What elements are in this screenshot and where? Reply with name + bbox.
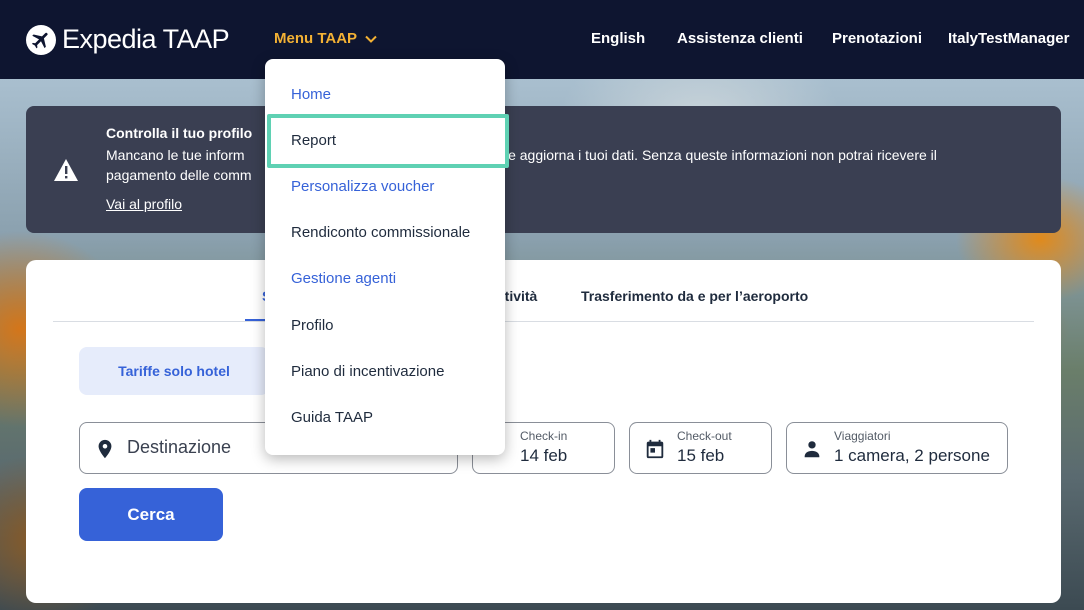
chevron-down-icon xyxy=(365,30,377,47)
travelers-label: Viaggiatori xyxy=(834,429,891,443)
travelers-value: 1 camera, 2 persone xyxy=(834,446,990,465)
tab-airport-transfer[interactable]: Trasferimento da e per l’aeroporto xyxy=(581,288,808,304)
menu-taap-dropdown: Home Report Personalizza voucher Rendico… xyxy=(265,59,505,455)
tab-activities-fragment[interactable]: ttività xyxy=(500,288,537,304)
menu-taap-button[interactable]: Menu TAAP xyxy=(274,30,377,47)
destination-placeholder: Destinazione xyxy=(127,437,232,457)
logo-text: Expedia TAAP xyxy=(62,24,230,54)
menu-item-agent-management[interactable]: Gestione agenti xyxy=(291,270,396,287)
menu-item-report[interactable]: Report xyxy=(291,132,336,149)
menu-item-taap-guide[interactable]: Guida TAAP xyxy=(291,409,373,426)
plane-icon xyxy=(26,24,56,55)
menu-item-profile[interactable]: Profilo xyxy=(291,317,334,334)
menu-item-incentive-plan[interactable]: Piano di incentivazione xyxy=(291,363,444,380)
language-link[interactable]: English xyxy=(591,30,645,47)
warning-icon xyxy=(53,158,79,187)
checkin-value: 14 feb xyxy=(520,446,568,465)
travelers-field[interactable]: Viaggiatori 1 camera, 2 persone xyxy=(786,422,1008,474)
alert-body-line2-left: pagamento delle comm xyxy=(106,167,252,183)
checkout-label: Check-out xyxy=(677,429,732,443)
person-icon xyxy=(801,437,823,466)
go-to-profile-link[interactable]: Vai al profilo xyxy=(106,196,182,212)
checkout-value: 15 feb xyxy=(677,446,725,465)
calendar-icon xyxy=(644,437,666,466)
checkout-field[interactable]: Check-out 15 feb xyxy=(629,422,772,474)
support-link[interactable]: Assistenza clienti xyxy=(677,30,803,47)
menu-item-commission-statement[interactable]: Rendiconto commissionale xyxy=(291,224,470,241)
alert-body: Mancano le tue inform ” e aggiorna i tuoi… xyxy=(106,145,1026,185)
menu-item-home[interactable]: Home xyxy=(291,86,331,103)
location-pin-icon xyxy=(94,437,116,466)
alert-body-line1-right: ” e aggiorna i tuoi dati. Senza queste i… xyxy=(499,147,937,163)
tab-divider xyxy=(53,321,1034,322)
user-account-link[interactable]: ItalyTestManager xyxy=(948,30,1069,47)
search-button[interactable]: Cerca xyxy=(79,488,223,541)
search-card: S ttività Trasferimento da e per l’aerop… xyxy=(26,260,1061,603)
profile-alert-banner: Controlla il tuo profilo Mancano le tue … xyxy=(26,106,1061,233)
hotel-only-rates-toggle[interactable]: Tariffe solo hotel xyxy=(79,347,269,395)
bookings-link[interactable]: Prenotazioni xyxy=(832,30,922,47)
menu-taap-label: Menu TAAP xyxy=(274,30,358,47)
expedia-logo[interactable]: Expedia TAAP xyxy=(26,24,230,55)
menu-item-customize-voucher[interactable]: Personalizza voucher xyxy=(291,178,434,195)
checkin-label: Check-in xyxy=(520,429,568,443)
top-navigation: Expedia TAAP Menu TAAP English Assistenz… xyxy=(0,0,1084,79)
alert-title: Controlla il tuo profilo xyxy=(106,125,253,141)
alert-body-line1-left: Mancano le tue inform xyxy=(106,147,245,163)
